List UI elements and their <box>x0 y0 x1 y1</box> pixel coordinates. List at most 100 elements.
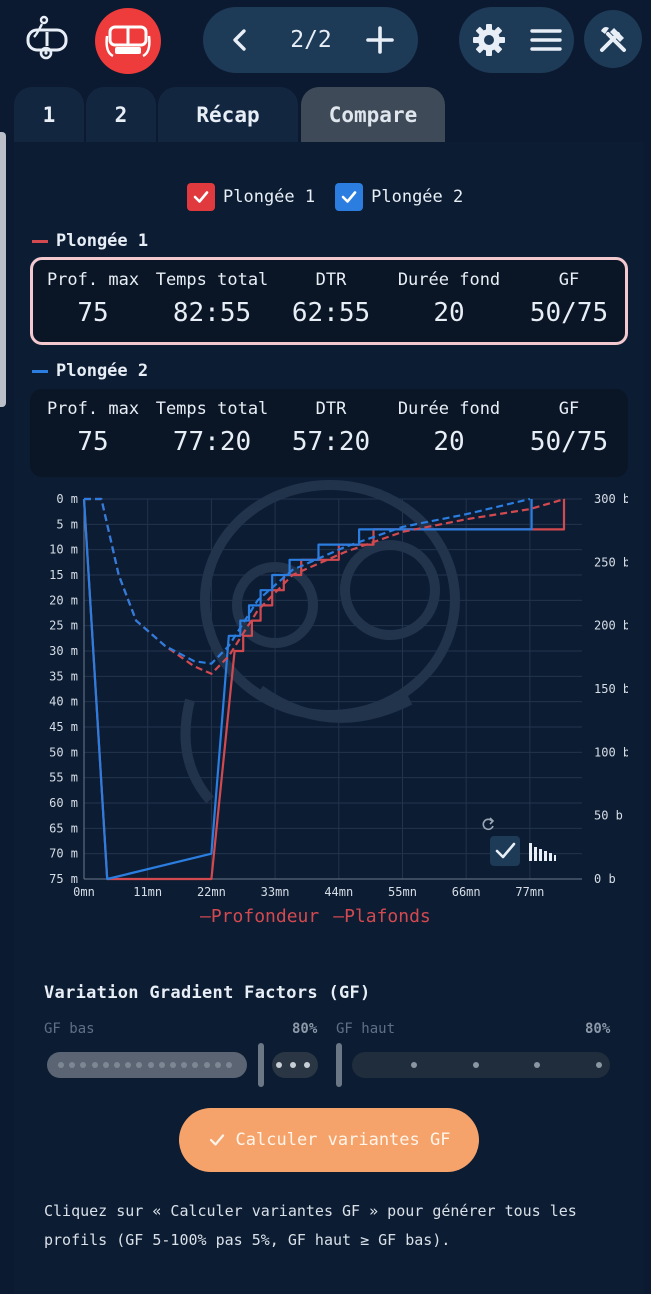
dive-profile-chart[interactable]: 0 m 5 m 10 m 15 m 20 m 25 m 30 m 35 m 40 m 45 m 50… <box>30 474 628 944</box>
tab-recap[interactable]: Récap <box>158 87 298 142</box>
slider-step-dot <box>276 1062 282 1068</box>
time-axis: 0mn 11mn 22mn 33mn 44mn 55mn 66mn 77mn <box>73 885 544 899</box>
tab-dive-1[interactable]: 1 <box>14 87 84 142</box>
stat-value: 77:20 <box>172 427 252 457</box>
reset-icon[interactable] <box>482 817 495 831</box>
depth-tick-label: 40 m <box>49 695 78 709</box>
tab-dive-2[interactable]: 2 <box>86 87 156 142</box>
checkmark-icon <box>209 1134 224 1146</box>
stat-label: GF <box>558 399 580 419</box>
slider-step-dot <box>158 1062 165 1068</box>
ceiling-line-dive-1[interactable] <box>84 497 565 675</box>
pressure-axis: 300 b 250 b 200 b 150 b 100 b 50 b 0 b <box>594 492 628 886</box>
time-tick-label: 55mn <box>388 885 417 899</box>
depth-tick-label: 15 m <box>49 568 78 582</box>
help-text: Cliquez sur « Calculer variantes GF » po… <box>44 1202 577 1249</box>
depth-tick-label: 60 m <box>49 796 78 810</box>
stat-value: 50/75 <box>529 427 609 457</box>
stat-label: DTR <box>315 399 347 419</box>
slider-step-dot <box>91 1062 98 1068</box>
diver-logo-icon[interactable] <box>22 12 72 62</box>
stat-dtr: DTR 62:55 <box>281 270 381 328</box>
bar-chart-icon[interactable] <box>529 843 556 861</box>
depth-tick-label: 0 m <box>56 492 78 506</box>
calculate-gf-variants-label: Calculer variantes GF <box>235 1130 451 1150</box>
gf-low-handle[interactable] <box>258 1043 264 1087</box>
legend-item-depth[interactable]: —Profondeur <box>200 906 319 927</box>
tools-icon <box>600 27 626 52</box>
page-indicator: 2/2 <box>290 27 332 53</box>
dive-2-checkbox-label[interactable]: Plongée 2 <box>371 187 463 207</box>
pressure-tick-label: 300 b <box>594 492 628 506</box>
tools-button[interactable] <box>584 10 642 68</box>
slider-step-dot <box>102 1062 109 1068</box>
stat-value: 75 <box>77 298 109 328</box>
dive-1-checkbox-label[interactable]: Plongée 1 <box>223 187 315 207</box>
time-tick-label: 77mn <box>515 885 544 899</box>
stat-total-time: Temps total 77:20 <box>151 399 273 457</box>
hamburger-menu-icon[interactable] <box>529 24 563 56</box>
stat-bottom-time: Durée fond 20 <box>388 270 510 328</box>
stat-value: 50/75 <box>529 298 609 328</box>
depth-line-dive-2[interactable] <box>82 498 533 881</box>
legend-label: Plafonds <box>344 906 431 927</box>
depth-tick-label: 55 m <box>49 771 78 785</box>
stat-label: Temps total <box>155 270 269 290</box>
chart-legend: —Profondeur —Plafonds <box>200 906 431 927</box>
slider-step-dot <box>58 1062 64 1068</box>
time-tick-label: 11mn <box>133 885 162 899</box>
dive-1-stats: Prof. max 75 Temps total 82:55 DTR 62:55… <box>30 257 628 345</box>
checkmark-icon <box>341 191 357 203</box>
stat-gf: GF 50/75 <box>519 270 619 328</box>
dive-1-title: Plongée 1 <box>32 231 148 251</box>
gf-low-value: 80% <box>292 1021 318 1037</box>
pressure-tick-label: 50 b <box>594 809 623 823</box>
plus-icon[interactable] <box>363 23 397 57</box>
legend-label: Profondeur <box>210 906 320 927</box>
time-tick-label: 33mn <box>261 885 290 899</box>
time-tick-label: 66mn <box>452 885 481 899</box>
depth-tick-label: 10 m <box>49 543 78 557</box>
dive-1-title-text: Plongée 1 <box>56 231 149 251</box>
side-drawer-handle[interactable] <box>0 132 6 407</box>
slider-step-dot <box>411 1062 417 1068</box>
stat-label: Durée fond <box>397 399 501 419</box>
time-tick-label: 0mn <box>73 885 95 899</box>
gf-high-track <box>352 1052 610 1078</box>
slider-step-dot <box>473 1062 479 1068</box>
depth-tick-label: 70 m <box>49 847 78 861</box>
dive-2-stats: Prof. max 75 Temps total 77:20 DTR 57:20… <box>30 389 628 477</box>
stat-label: Durée fond <box>397 270 501 290</box>
depth-tick-label: 65 m <box>49 821 78 835</box>
stat-gf: GF 50/75 <box>519 399 619 457</box>
depth-tick-label: 25 m <box>49 619 78 633</box>
stat-label: Prof. max <box>46 270 140 290</box>
chevron-left-icon[interactable] <box>225 25 255 55</box>
gf-high-handle[interactable] <box>336 1043 342 1087</box>
legend-item-ceilings[interactable]: —Plafonds <box>333 906 431 927</box>
slider-step-dot <box>170 1062 176 1068</box>
depth-tick-label: 30 m <box>49 644 78 658</box>
mask-button[interactable] <box>95 8 161 74</box>
top-bar: 2/2 <box>0 0 651 82</box>
stat-value: 62:55 <box>291 298 371 328</box>
pressure-tick-label: 250 b <box>594 555 628 569</box>
depth-tick-label: 75 m <box>49 872 78 886</box>
slider-step-dot <box>203 1062 210 1068</box>
settings-menu-group <box>459 7 574 73</box>
stat-label: DTR <box>315 270 347 290</box>
depth-tick-label: 20 m <box>49 593 78 607</box>
dive-1-checkbox[interactable] <box>187 183 215 211</box>
calculate-gf-variants-button[interactable]: Calculer variantes GF <box>179 1108 479 1172</box>
stat-max-depth: Prof. max 75 <box>38 399 148 457</box>
dive-2-checkbox[interactable] <box>335 183 364 211</box>
pressure-tick-label: 0 b <box>594 872 616 886</box>
stat-value: 75 <box>77 427 109 457</box>
tab-compare[interactable]: Compare <box>301 87 445 142</box>
stat-value: 20 <box>433 298 465 328</box>
depth-tick-label: 35 m <box>49 669 78 683</box>
slider-step-dot <box>147 1062 154 1068</box>
gf-low-label: GF bas <box>44 1021 95 1037</box>
checkmark-toggle-icon[interactable] <box>490 836 520 866</box>
gear-icon[interactable] <box>471 22 507 58</box>
